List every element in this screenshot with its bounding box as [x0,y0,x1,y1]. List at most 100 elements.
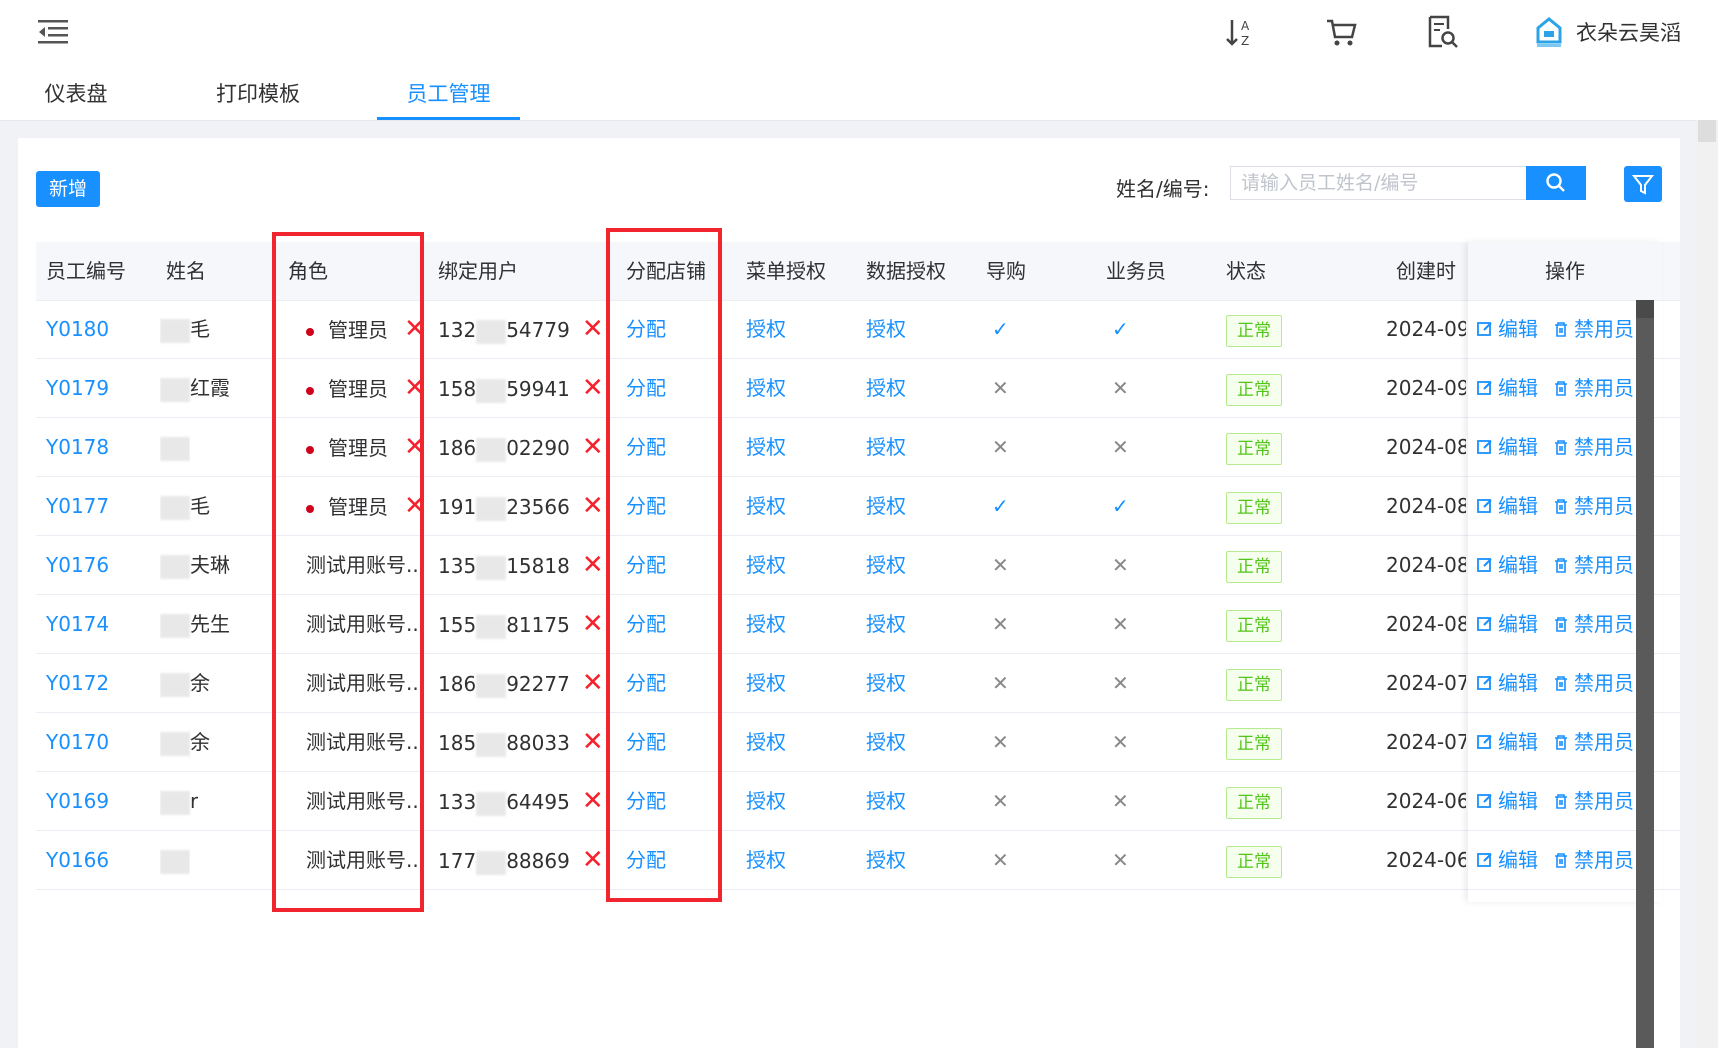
add-button[interactable]: 新增 [36,171,100,207]
disable-button[interactable]: 禁用员 [1552,654,1634,712]
menu-auth-link[interactable]: 授权 [746,536,786,594]
assign-store-link[interactable]: 分配 [626,300,666,358]
edit-button[interactable]: 编辑 [1476,359,1538,417]
data-auth-link[interactable]: 授权 [866,359,906,417]
unbind-user-icon[interactable]: ✕ [582,727,604,757]
table-row: Y0170 余 测试用账号... 185 88033 ✕ 分配 授权 授权 ✕ ✕ 正常 2024-07 [36,713,1680,772]
remove-role-icon[interactable]: ✕ [404,373,426,403]
staff-id-link[interactable]: Y0174 [46,595,109,653]
data-auth-link[interactable]: 授权 [866,477,906,535]
tab-print-template[interactable]: 打印模板 [198,64,318,120]
unbind-user-icon[interactable]: ✕ [582,786,604,816]
remove-role-icon[interactable]: ✕ [404,432,426,462]
cross-icon: ✕ [1112,848,1129,872]
cart-icon[interactable] [1324,14,1360,50]
data-auth-link[interactable]: 授权 [866,536,906,594]
sort-az-icon[interactable]: A Z [1222,14,1258,50]
data-auth-link[interactable]: 授权 [866,772,906,830]
disable-button[interactable]: 禁用员 [1552,300,1634,358]
edit-button[interactable]: 编辑 [1476,713,1538,771]
unbind-user-icon[interactable]: ✕ [582,668,604,698]
disable-button[interactable]: 禁用员 [1552,477,1634,535]
role-text: 测试用账号... [306,848,426,872]
data-auth-link[interactable]: 授权 [866,831,906,889]
disable-button[interactable]: 禁用员 [1552,713,1634,771]
edit-button[interactable]: 编辑 [1476,772,1538,830]
assign-store-link[interactable]: 分配 [626,418,666,476]
edit-button[interactable]: 编辑 [1476,654,1538,712]
staff-id-link[interactable]: Y0178 [46,418,109,476]
bound-user-cell: 186 02290 ✕ [438,418,604,476]
data-auth-link[interactable]: 授权 [866,595,906,653]
assign-store-link[interactable]: 分配 [626,772,666,830]
unbind-user-icon[interactable]: ✕ [582,550,604,580]
staff-id-link[interactable]: Y0169 [46,772,109,830]
assign-store-link[interactable]: 分配 [626,595,666,653]
role-text: 管理员 [328,318,388,342]
assign-store-link[interactable]: 分配 [626,477,666,535]
edit-button[interactable]: 编辑 [1476,477,1538,535]
redaction [160,672,190,697]
edit-button[interactable]: 编辑 [1476,595,1538,653]
menu-auth-link[interactable]: 授权 [746,772,786,830]
unbind-user-icon[interactable]: ✕ [582,432,604,462]
filter-button[interactable] [1624,166,1662,202]
staff-id-link[interactable]: Y0177 [46,477,109,535]
menu-auth-link[interactable]: 授权 [746,359,786,417]
unbind-user-icon[interactable]: ✕ [582,314,604,344]
tab-staff-management[interactable]: 员工管理 [377,64,520,120]
page-scrollbar[interactable] [1696,120,1718,1048]
menu-auth-link[interactable]: 授权 [746,831,786,889]
bound-user-cell: 158 59941 ✕ [438,359,604,417]
disable-button[interactable]: 禁用员 [1552,536,1634,594]
data-auth-link[interactable]: 授权 [866,300,906,358]
staff-id-link[interactable]: Y0176 [46,536,109,594]
unbind-user-icon[interactable]: ✕ [582,491,604,521]
assign-store-link[interactable]: 分配 [626,654,666,712]
assign-store-link[interactable]: 分配 [626,536,666,594]
menu-auth-link[interactable]: 授权 [746,713,786,771]
disable-button[interactable]: 禁用员 [1552,418,1634,476]
remove-role-icon[interactable]: ✕ [404,314,426,344]
search-document-icon[interactable] [1424,14,1460,50]
data-auth-link[interactable]: 授权 [866,418,906,476]
assign-store-link[interactable]: 分配 [626,359,666,417]
edit-label: 编辑 [1498,848,1538,872]
edit-icon [1477,499,1492,513]
menu-fold-icon[interactable] [36,16,70,48]
menu-auth-link[interactable]: 授权 [746,654,786,712]
unbind-user-icon[interactable]: ✕ [582,609,604,639]
disable-button[interactable]: 禁用员 [1552,595,1634,653]
disable-button[interactable]: 禁用员 [1552,831,1634,889]
remove-role-icon[interactable]: ✕ [404,491,426,521]
disable-label: 禁用员 [1574,376,1634,400]
menu-auth-link[interactable]: 授权 [746,477,786,535]
staff-id-link[interactable]: Y0166 [46,831,109,889]
menu-auth-link[interactable]: 授权 [746,418,786,476]
edit-button[interactable]: 编辑 [1476,418,1538,476]
edit-icon [1477,676,1492,690]
staff-id-link[interactable]: Y0172 [46,654,109,712]
data-auth-link[interactable]: 授权 [866,713,906,771]
unbind-user-icon[interactable]: ✕ [582,845,604,875]
assign-store-link[interactable]: 分配 [626,831,666,889]
edit-button[interactable]: 编辑 [1476,536,1538,594]
staff-id-link[interactable]: Y0179 [46,359,109,417]
edit-button[interactable]: 编辑 [1476,831,1538,889]
assign-store-link[interactable]: 分配 [626,713,666,771]
disable-button[interactable]: 禁用员 [1552,772,1634,830]
brand[interactable]: 衣朵云昊滔 [1534,14,1714,50]
search-input[interactable] [1230,166,1526,200]
table-row: Y0180 毛 管理员 ✕ 132 54779 ✕ 分配 授权 授权 ✓ ✓ 正常 2024-09 [36,300,1680,359]
search-button[interactable] [1526,166,1586,200]
menu-auth-link[interactable]: 授权 [746,300,786,358]
table-scrollbar[interactable] [1636,300,1654,1048]
menu-auth-link[interactable]: 授权 [746,595,786,653]
staff-id-link[interactable]: Y0180 [46,300,109,358]
disable-button[interactable]: 禁用员 [1552,359,1634,417]
staff-id-link[interactable]: Y0170 [46,713,109,771]
data-auth-link[interactable]: 授权 [866,654,906,712]
edit-button[interactable]: 编辑 [1476,300,1538,358]
unbind-user-icon[interactable]: ✕ [582,373,604,403]
tab-dashboard[interactable]: 仪表盘 [30,64,122,120]
